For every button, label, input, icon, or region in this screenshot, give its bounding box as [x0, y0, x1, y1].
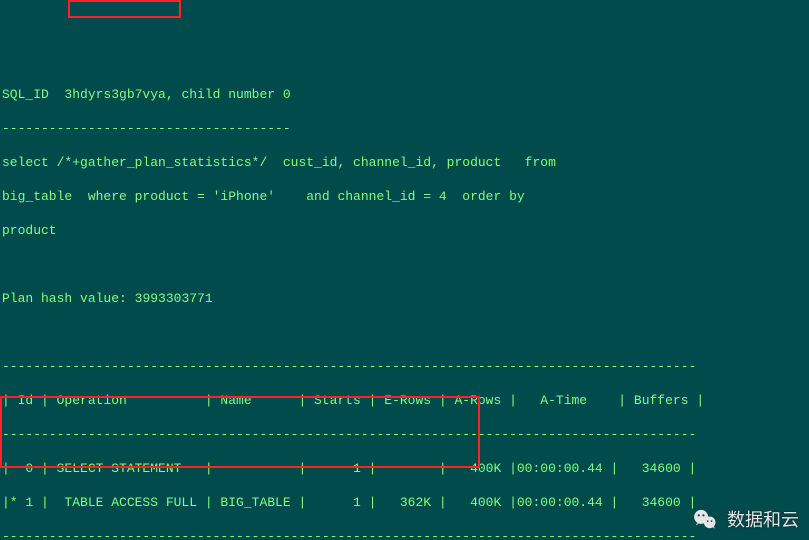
- plan-sep-mid: ----------------------------------------…: [0, 426, 809, 443]
- dashes-header: -------------------------------------: [0, 120, 809, 137]
- plan-hash-line: Plan hash value: 3993303771: [0, 290, 809, 307]
- blank-line: [0, 256, 809, 273]
- watermark: 数据和云: [691, 506, 799, 534]
- watermark-text: 数据和云: [727, 512, 799, 529]
- query-line-3: product: [0, 222, 809, 239]
- plan-sep-top: ----------------------------------------…: [0, 358, 809, 375]
- plan-hash-label: Plan hash value:: [2, 291, 127, 306]
- blank-line: [0, 324, 809, 341]
- query-line-2: big_table where product = 'iPhone' and c…: [0, 188, 809, 205]
- plan-row-1: |* 1 | TABLE ACCESS FULL | BIG_TABLE | 1…: [0, 494, 809, 511]
- plan-row-0: | 0 | SELECT STATEMENT | | 1 | | 400K |0…: [0, 460, 809, 477]
- terminal-output: SQL_ID 3hdyrs3gb7vya, child number 0 ---…: [0, 68, 809, 540]
- sql-id-value: 3hdyrs3gb7vya: [64, 87, 165, 102]
- child-number: child number 0: [181, 87, 290, 102]
- query-line-1: select /*+gather_plan_statistics*/ cust_…: [0, 154, 809, 171]
- highlight-box-sqlid: [68, 0, 181, 18]
- plan-header-row: | Id | Operation | Name | Starts | E-Row…: [0, 392, 809, 409]
- wechat-icon: [691, 506, 719, 534]
- plan-hash-value: 3993303771: [135, 291, 213, 306]
- sql-id-label: SQL_ID: [2, 87, 49, 102]
- line-sqlid: SQL_ID 3hdyrs3gb7vya, child number 0: [0, 86, 809, 103]
- plan-sep-bot: ----------------------------------------…: [0, 528, 809, 540]
